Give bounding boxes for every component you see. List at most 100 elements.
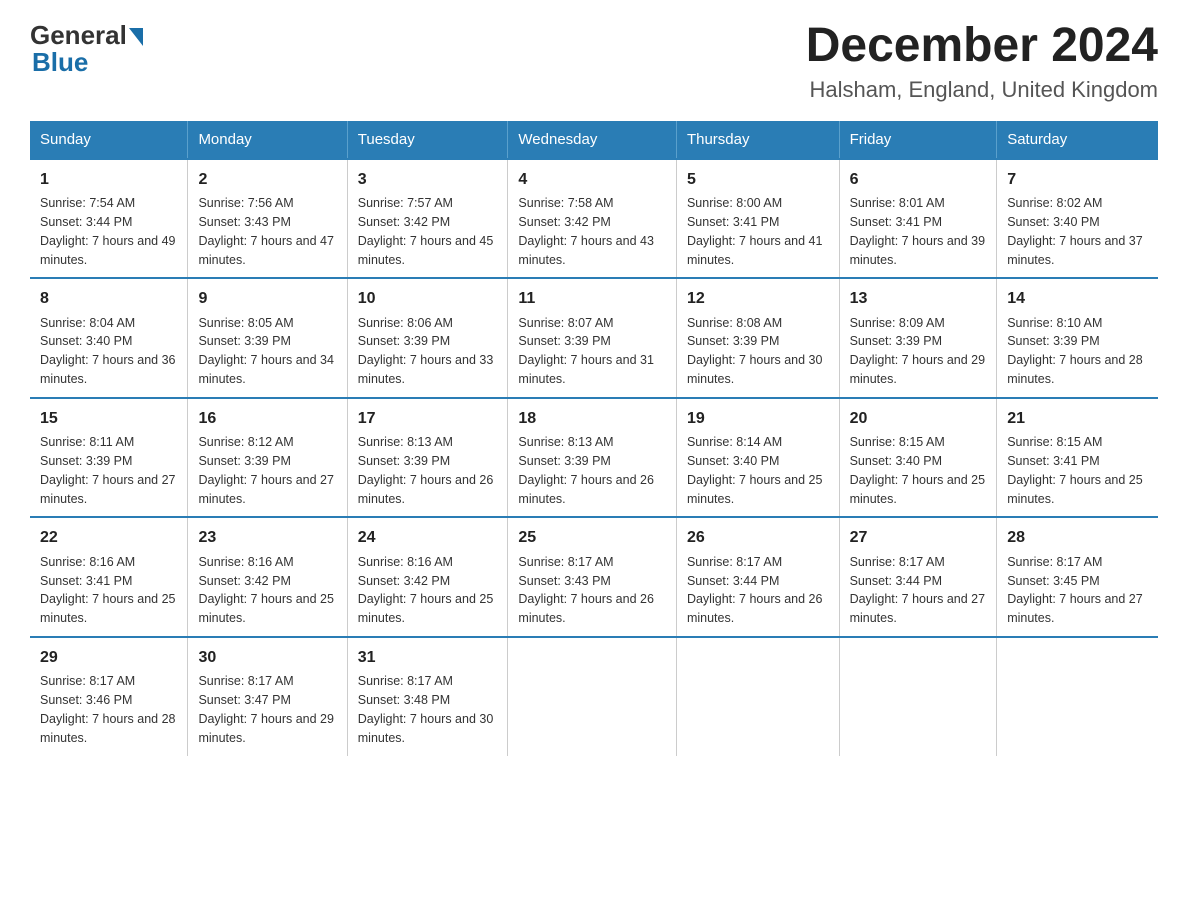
calendar-week-row: 15 Sunrise: 8:11 AMSunset: 3:39 PMDaylig… [30,398,1158,518]
day-number: 16 [198,407,336,430]
day-number: 24 [358,526,498,549]
day-number: 30 [198,646,336,669]
table-row: 12 Sunrise: 8:08 AMSunset: 3:39 PMDaylig… [676,278,839,398]
table-row: 25 Sunrise: 8:17 AMSunset: 3:43 PMDaylig… [508,517,677,637]
table-row [839,637,997,756]
day-number: 27 [850,526,987,549]
day-info: Sunrise: 7:56 AMSunset: 3:43 PMDaylight:… [198,196,334,267]
table-row: 16 Sunrise: 8:12 AMSunset: 3:39 PMDaylig… [188,398,347,518]
day-info: Sunrise: 8:13 AMSunset: 3:39 PMDaylight:… [358,435,494,506]
table-row: 22 Sunrise: 8:16 AMSunset: 3:41 PMDaylig… [30,517,188,637]
table-row: 5 Sunrise: 8:00 AMSunset: 3:41 PMDayligh… [676,159,839,279]
day-number: 8 [40,287,177,310]
calendar-week-row: 22 Sunrise: 8:16 AMSunset: 3:41 PMDaylig… [30,517,1158,637]
day-info: Sunrise: 8:16 AMSunset: 3:42 PMDaylight:… [358,555,494,626]
logo: General Blue [30,20,143,78]
day-info: Sunrise: 7:57 AMSunset: 3:42 PMDaylight:… [358,196,494,267]
table-row: 17 Sunrise: 8:13 AMSunset: 3:39 PMDaylig… [347,398,508,518]
header-monday: Monday [188,121,347,159]
day-info: Sunrise: 8:17 AMSunset: 3:45 PMDaylight:… [1007,555,1143,626]
table-row: 23 Sunrise: 8:16 AMSunset: 3:42 PMDaylig… [188,517,347,637]
day-info: Sunrise: 8:04 AMSunset: 3:40 PMDaylight:… [40,316,176,387]
day-number: 20 [850,407,987,430]
day-info: Sunrise: 8:17 AMSunset: 3:47 PMDaylight:… [198,674,334,745]
day-number: 14 [1007,287,1148,310]
day-number: 9 [198,287,336,310]
day-info: Sunrise: 8:10 AMSunset: 3:39 PMDaylight:… [1007,316,1143,387]
day-info: Sunrise: 8:14 AMSunset: 3:40 PMDaylight:… [687,435,823,506]
table-row: 13 Sunrise: 8:09 AMSunset: 3:39 PMDaylig… [839,278,997,398]
day-info: Sunrise: 8:09 AMSunset: 3:39 PMDaylight:… [850,316,986,387]
day-number: 25 [518,526,666,549]
day-number: 21 [1007,407,1148,430]
table-row: 19 Sunrise: 8:14 AMSunset: 3:40 PMDaylig… [676,398,839,518]
title-section: December 2024 Halsham, England, United K… [806,20,1158,103]
day-number: 6 [850,168,987,191]
table-row: 8 Sunrise: 8:04 AMSunset: 3:40 PMDayligh… [30,278,188,398]
table-row: 4 Sunrise: 7:58 AMSunset: 3:42 PMDayligh… [508,159,677,279]
calendar-week-row: 29 Sunrise: 8:17 AMSunset: 3:46 PMDaylig… [30,637,1158,756]
calendar-table: Sunday Monday Tuesday Wednesday Thursday… [30,121,1158,756]
page-title: December 2024 [806,20,1158,73]
header-wednesday: Wednesday [508,121,677,159]
table-row: 2 Sunrise: 7:56 AMSunset: 3:43 PMDayligh… [188,159,347,279]
table-row [997,637,1158,756]
day-number: 31 [358,646,498,669]
day-info: Sunrise: 8:12 AMSunset: 3:39 PMDaylight:… [198,435,334,506]
day-number: 3 [358,168,498,191]
day-number: 10 [358,287,498,310]
table-row: 28 Sunrise: 8:17 AMSunset: 3:45 PMDaylig… [997,517,1158,637]
day-info: Sunrise: 8:16 AMSunset: 3:41 PMDaylight:… [40,555,176,626]
day-info: Sunrise: 8:17 AMSunset: 3:46 PMDaylight:… [40,674,176,745]
table-row: 15 Sunrise: 8:11 AMSunset: 3:39 PMDaylig… [30,398,188,518]
table-row [676,637,839,756]
day-number: 1 [40,168,177,191]
table-row: 31 Sunrise: 8:17 AMSunset: 3:48 PMDaylig… [347,637,508,756]
table-row: 26 Sunrise: 8:17 AMSunset: 3:44 PMDaylig… [676,517,839,637]
day-number: 12 [687,287,829,310]
day-info: Sunrise: 8:17 AMSunset: 3:48 PMDaylight:… [358,674,494,745]
day-info: Sunrise: 8:15 AMSunset: 3:40 PMDaylight:… [850,435,986,506]
day-info: Sunrise: 8:02 AMSunset: 3:40 PMDaylight:… [1007,196,1143,267]
day-info: Sunrise: 7:54 AMSunset: 3:44 PMDaylight:… [40,196,176,267]
table-row: 29 Sunrise: 8:17 AMSunset: 3:46 PMDaylig… [30,637,188,756]
calendar-week-row: 1 Sunrise: 7:54 AMSunset: 3:44 PMDayligh… [30,159,1158,279]
table-row: 3 Sunrise: 7:57 AMSunset: 3:42 PMDayligh… [347,159,508,279]
calendar-header-row: Sunday Monday Tuesday Wednesday Thursday… [30,121,1158,159]
table-row [508,637,677,756]
day-number: 23 [198,526,336,549]
table-row: 27 Sunrise: 8:17 AMSunset: 3:44 PMDaylig… [839,517,997,637]
day-number: 5 [687,168,829,191]
day-info: Sunrise: 8:17 AMSunset: 3:44 PMDaylight:… [687,555,823,626]
day-number: 17 [358,407,498,430]
day-info: Sunrise: 8:16 AMSunset: 3:42 PMDaylight:… [198,555,334,626]
table-row: 20 Sunrise: 8:15 AMSunset: 3:40 PMDaylig… [839,398,997,518]
table-row: 10 Sunrise: 8:06 AMSunset: 3:39 PMDaylig… [347,278,508,398]
table-row: 21 Sunrise: 8:15 AMSunset: 3:41 PMDaylig… [997,398,1158,518]
calendar-week-row: 8 Sunrise: 8:04 AMSunset: 3:40 PMDayligh… [30,278,1158,398]
table-row: 18 Sunrise: 8:13 AMSunset: 3:39 PMDaylig… [508,398,677,518]
table-row: 14 Sunrise: 8:10 AMSunset: 3:39 PMDaylig… [997,278,1158,398]
day-info: Sunrise: 8:05 AMSunset: 3:39 PMDaylight:… [198,316,334,387]
header-tuesday: Tuesday [347,121,508,159]
table-row: 11 Sunrise: 8:07 AMSunset: 3:39 PMDaylig… [508,278,677,398]
day-info: Sunrise: 8:00 AMSunset: 3:41 PMDaylight:… [687,196,823,267]
page-subtitle: Halsham, England, United Kingdom [806,77,1158,103]
table-row: 6 Sunrise: 8:01 AMSunset: 3:41 PMDayligh… [839,159,997,279]
day-info: Sunrise: 8:15 AMSunset: 3:41 PMDaylight:… [1007,435,1143,506]
header-sunday: Sunday [30,121,188,159]
logo-blue-text: Blue [32,47,88,78]
header-friday: Friday [839,121,997,159]
header-saturday: Saturday [997,121,1158,159]
day-info: Sunrise: 8:17 AMSunset: 3:43 PMDaylight:… [518,555,654,626]
day-number: 2 [198,168,336,191]
day-info: Sunrise: 7:58 AMSunset: 3:42 PMDaylight:… [518,196,654,267]
table-row: 30 Sunrise: 8:17 AMSunset: 3:47 PMDaylig… [188,637,347,756]
table-row: 9 Sunrise: 8:05 AMSunset: 3:39 PMDayligh… [188,278,347,398]
day-info: Sunrise: 8:13 AMSunset: 3:39 PMDaylight:… [518,435,654,506]
day-info: Sunrise: 8:06 AMSunset: 3:39 PMDaylight:… [358,316,494,387]
table-row: 24 Sunrise: 8:16 AMSunset: 3:42 PMDaylig… [347,517,508,637]
day-number: 15 [40,407,177,430]
day-number: 28 [1007,526,1148,549]
day-number: 7 [1007,168,1148,191]
